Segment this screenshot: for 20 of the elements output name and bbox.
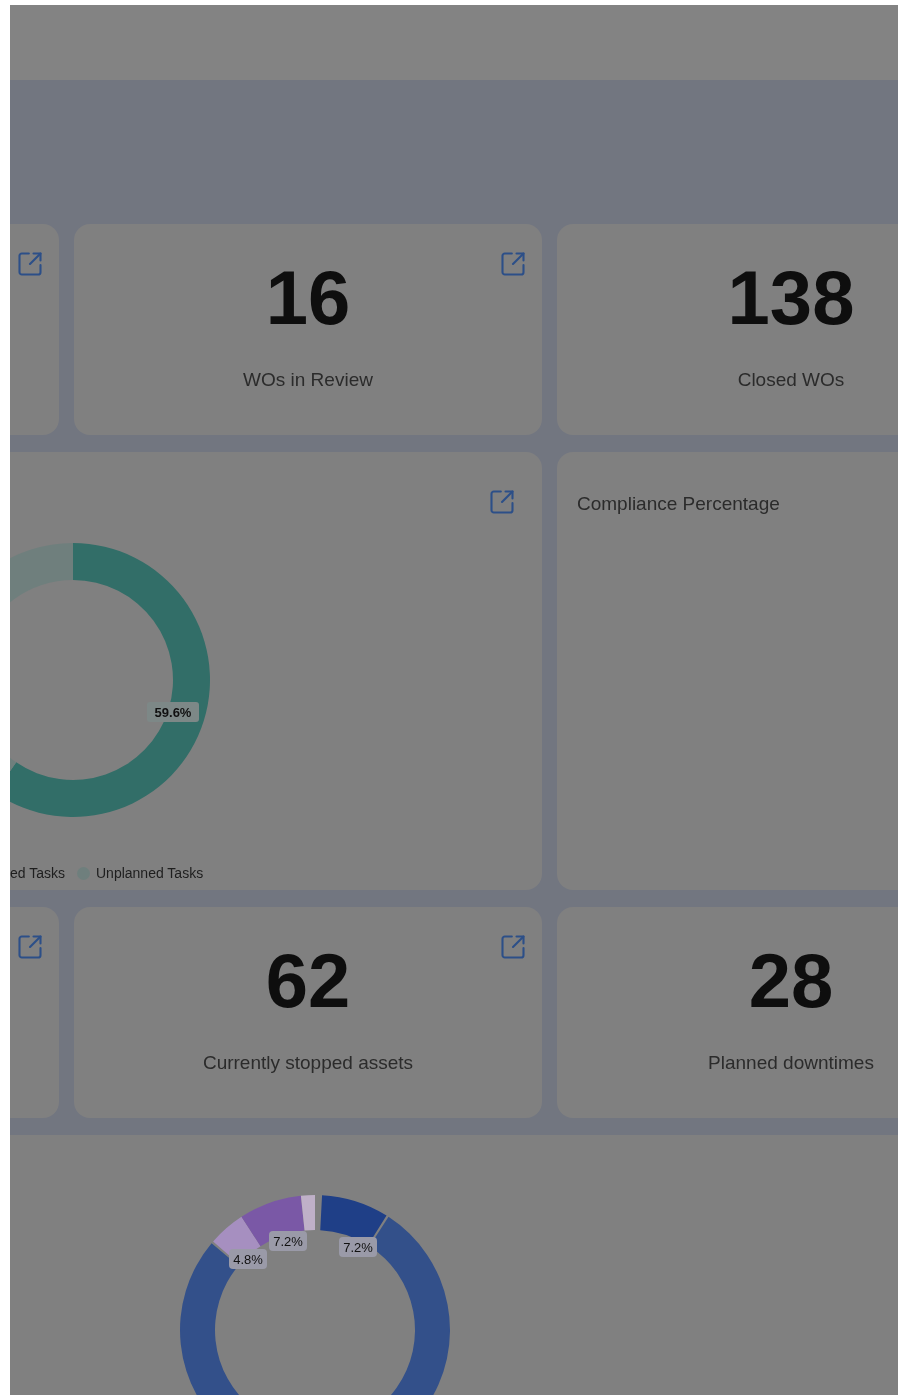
card-title: Compliance Percentage bbox=[577, 492, 781, 516]
external-link-icon[interactable] bbox=[16, 250, 44, 278]
stat-value: 138 bbox=[727, 258, 855, 338]
external-link-icon[interactable] bbox=[488, 488, 516, 516]
external-link-icon[interactable] bbox=[16, 933, 44, 961]
slice-label: 4.8% bbox=[229, 1249, 267, 1269]
slice-label: 7.2% bbox=[339, 1237, 377, 1257]
external-link-icon[interactable] bbox=[499, 250, 527, 278]
stat-value: 16 bbox=[265, 258, 351, 338]
legend-label: Unplanned Tasks bbox=[96, 864, 204, 883]
stat-value: 62 bbox=[265, 941, 351, 1021]
stat-value: 28 bbox=[748, 941, 834, 1021]
stat-label: Closed WOs bbox=[737, 368, 845, 392]
stat-label: WOs in Review bbox=[243, 368, 373, 392]
legend-label: ed Tasks bbox=[10, 864, 65, 883]
slice-label: 7.2% bbox=[269, 1231, 307, 1251]
stat-label: Planned downtimes bbox=[708, 1051, 874, 1075]
stat-label: Currently stopped assets bbox=[202, 1051, 414, 1075]
slice-label: 59.6% bbox=[147, 702, 199, 722]
external-link-icon[interactable] bbox=[499, 933, 527, 961]
